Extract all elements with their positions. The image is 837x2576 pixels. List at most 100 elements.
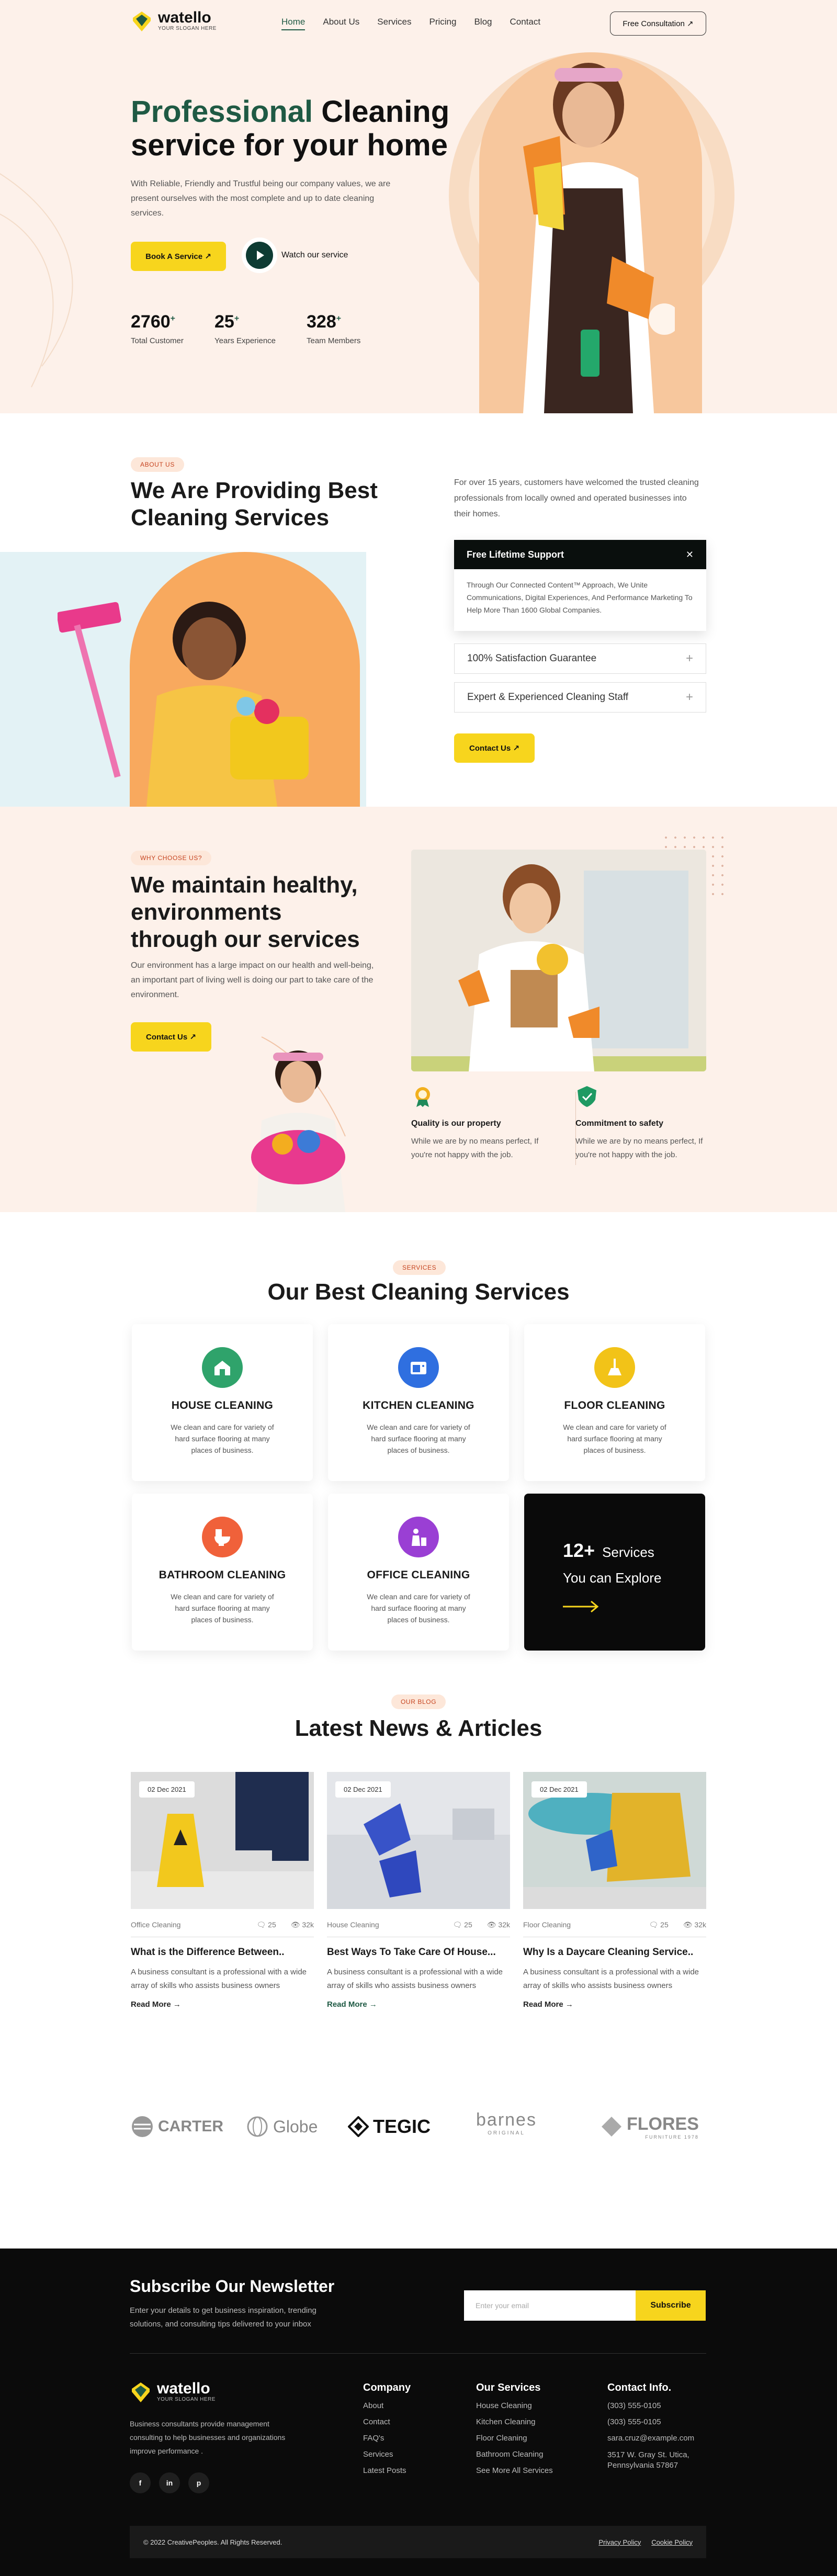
footer-link[interactable]: Bathroom Cleaning xyxy=(476,2450,553,2459)
nav-home[interactable]: Home xyxy=(281,17,306,30)
footer-col-contact: Contact Info. (303) 555-0105 (303) 555-0… xyxy=(607,2382,707,2471)
comment-count: 25 xyxy=(660,1920,669,1929)
plus-icon[interactable]: + xyxy=(686,690,693,705)
contact-phone[interactable]: (303) 555-0105 xyxy=(607,2401,707,2410)
accordion-item[interactable]: Expert & Experienced Cleaning Staff + xyxy=(454,682,706,713)
footer-link[interactable]: Kitchen Cleaning xyxy=(476,2417,553,2426)
service-card-bathroom[interactable]: BATHROOM CLEANING We clean and care for … xyxy=(132,1494,313,1651)
facebook-icon[interactable]: f xyxy=(130,2472,151,2493)
post-image[interactable]: 02 Dec 2021 xyxy=(327,1772,510,1909)
nav-about[interactable]: About Us xyxy=(323,17,359,30)
tegic-mark-icon xyxy=(348,2116,369,2137)
footer-link[interactable]: Contact xyxy=(363,2417,411,2426)
toilet-icon xyxy=(202,1517,243,1557)
blog-title: Latest News & Articles xyxy=(295,1715,542,1741)
about-cleaner-image xyxy=(58,602,309,807)
count-value: 12+ xyxy=(563,1540,595,1561)
comment-count: 25 xyxy=(464,1920,472,1929)
read-more-link[interactable]: Read More → xyxy=(327,2000,510,2009)
watch-video-link[interactable]: Watch our service xyxy=(246,242,348,269)
post-category[interactable]: House Cleaning xyxy=(327,1920,379,1929)
about-section: ABOUT US We Are Providing Best Cleaning … xyxy=(0,413,837,807)
brand-name: watello xyxy=(158,8,211,26)
footer-col-title: Contact Info. xyxy=(607,2382,672,2393)
newsletter-email-input[interactable]: Enter your email xyxy=(464,2290,636,2321)
stat-team: 328+ Team Members xyxy=(307,312,360,345)
footer-logo[interactable]: watello YOUR SLOGAN HERE xyxy=(130,2379,216,2403)
blog-post[interactable]: 02 Dec 2021 House Cleaning 🗨 25 👁 32k Bes… xyxy=(327,1772,510,2009)
nav-services[interactable]: Services xyxy=(377,17,411,30)
book-service-button[interactable]: Book A Service ↗ xyxy=(131,242,226,271)
flores-mark-icon xyxy=(602,2117,621,2137)
stat-plus: + xyxy=(234,314,240,323)
services-tag: SERVICES xyxy=(393,1260,446,1275)
footer-link[interactable]: About xyxy=(363,2401,411,2410)
post-meta: House Cleaning 🗨 25 👁 32k xyxy=(327,1920,510,1929)
count-label: Services xyxy=(602,1544,654,1560)
read-more-link[interactable]: Read More → xyxy=(523,2000,706,2009)
brand-logo[interactable]: watello YOUR SLOGAN HERE xyxy=(131,8,217,32)
close-icon[interactable]: ✕ xyxy=(686,549,694,560)
blog-post[interactable]: 02 Dec 2021 Office Cleaning 🗨 25 👁 32k Wh… xyxy=(131,1772,314,2009)
privacy-policy-link[interactable]: Privacy Policy xyxy=(598,2538,641,2546)
subscribe-button[interactable]: Subscribe xyxy=(636,2290,706,2321)
kitchen-icon xyxy=(398,1347,439,1388)
post-category[interactable]: Office Cleaning xyxy=(131,1920,180,1929)
nav-blog[interactable]: Blog xyxy=(474,17,492,30)
post-date: 02 Dec 2021 xyxy=(335,1781,391,1798)
service-card-floor[interactable]: FLOOR CLEANING We clean and care for var… xyxy=(524,1324,705,1481)
play-icon[interactable] xyxy=(246,242,273,269)
footer-link[interactable]: Latest Posts xyxy=(363,2466,411,2475)
service-card-kitchen[interactable]: KITCHEN CLEANING We clean and care for v… xyxy=(328,1324,509,1481)
footer-link[interactable]: House Cleaning xyxy=(476,2401,553,2410)
accordion-item[interactable]: 100% Satisfaction Guarantee + xyxy=(454,643,706,674)
free-consultation-button[interactable]: Free Consultation ↗ xyxy=(610,12,706,36)
about-tag: ABOUT US xyxy=(131,457,184,472)
cookie-policy-link[interactable]: Cookie Policy xyxy=(651,2538,693,2546)
partner-logo-flores: FLORES FURNITURE 1978 xyxy=(601,2110,699,2143)
service-card-office[interactable]: OFFICE CLEANING We clean and care for va… xyxy=(328,1494,509,1651)
pinterest-icon[interactable]: p xyxy=(188,2472,209,2493)
about-text: For over 15 years, customers have welcom… xyxy=(454,478,699,518)
brand-tagline: YOUR SLOGAN HERE xyxy=(157,2396,216,2402)
footer-link[interactable]: Services xyxy=(363,2450,411,2459)
post-category[interactable]: Floor Cleaning xyxy=(523,1920,571,1929)
footer-link[interactable]: See More All Services xyxy=(476,2466,553,2475)
footer-link[interactable]: FAQ's xyxy=(363,2434,411,2443)
contact-phone[interactable]: (303) 555-0105 xyxy=(607,2417,707,2426)
service-title: OFFICE CLEANING xyxy=(367,1569,470,1581)
blog-post[interactable]: 02 Dec 2021 Floor Cleaning 🗨 25 👁 32k Why… xyxy=(523,1772,706,2009)
stat-value: 2760 xyxy=(131,312,171,332)
service-text: We clean and care for variety of hard su… xyxy=(563,1423,666,1454)
nav-contact[interactable]: Contact xyxy=(510,17,540,30)
read-more-link[interactable]: Read More → xyxy=(131,2000,314,2009)
post-title[interactable]: Why Is a Daycare Cleaning Service.. xyxy=(523,1947,706,1958)
post-title[interactable]: What is the Difference Between.. xyxy=(131,1947,314,1958)
comment-icon: 🗨 25 xyxy=(649,1920,669,1929)
footer-link[interactable]: Floor Cleaning xyxy=(476,2434,553,2443)
partner-logo-carter: CARTER xyxy=(131,2110,223,2143)
why-photo xyxy=(411,850,706,1071)
post-title[interactable]: Best Ways To Take Care Of House... xyxy=(327,1947,510,1958)
post-image[interactable]: 02 Dec 2021 xyxy=(523,1772,706,1909)
plus-icon[interactable]: + xyxy=(686,651,693,666)
contact-address: 3517 W. Gray St. Utica, Pennsylvania 578… xyxy=(607,2450,689,2470)
stat-label: Total Customer xyxy=(131,336,184,345)
arrow-right-icon[interactable] xyxy=(563,1600,600,1613)
post-image[interactable]: 02 Dec 2021 xyxy=(131,1772,314,1909)
linkedin-icon[interactable]: in xyxy=(159,2472,180,2493)
copyright-text: © 2022 CreativePeoples. All Rights Reser… xyxy=(143,2538,282,2546)
hero-lead: With Reliable, Friendly and Trustful bei… xyxy=(131,179,391,218)
accordion-header[interactable]: Free Lifetime Support ✕ xyxy=(454,540,706,569)
stat-customers: 2760+ Total Customer xyxy=(131,312,184,345)
more-services-card[interactable]: 12+ Services You can Explore xyxy=(524,1494,705,1651)
hero-title: Professional Cleaning service for your h… xyxy=(131,95,455,162)
contact-email[interactable]: sara.cruz@example.com xyxy=(607,2434,707,2443)
newsletter-text: Enter your details to get business inspi… xyxy=(130,2306,316,2329)
footer-col-services: Our Services House Cleaning Kitchen Clea… xyxy=(476,2382,553,2475)
contact-us-button[interactable]: Contact Us ↗ xyxy=(131,1022,211,1052)
service-card-house[interactable]: HOUSE CLEANING We clean and care for var… xyxy=(132,1324,313,1481)
more-services-sub: You can Explore xyxy=(563,1570,662,1586)
contact-us-button[interactable]: Contact Us ↗ xyxy=(454,733,535,763)
nav-pricing[interactable]: Pricing xyxy=(429,17,456,30)
